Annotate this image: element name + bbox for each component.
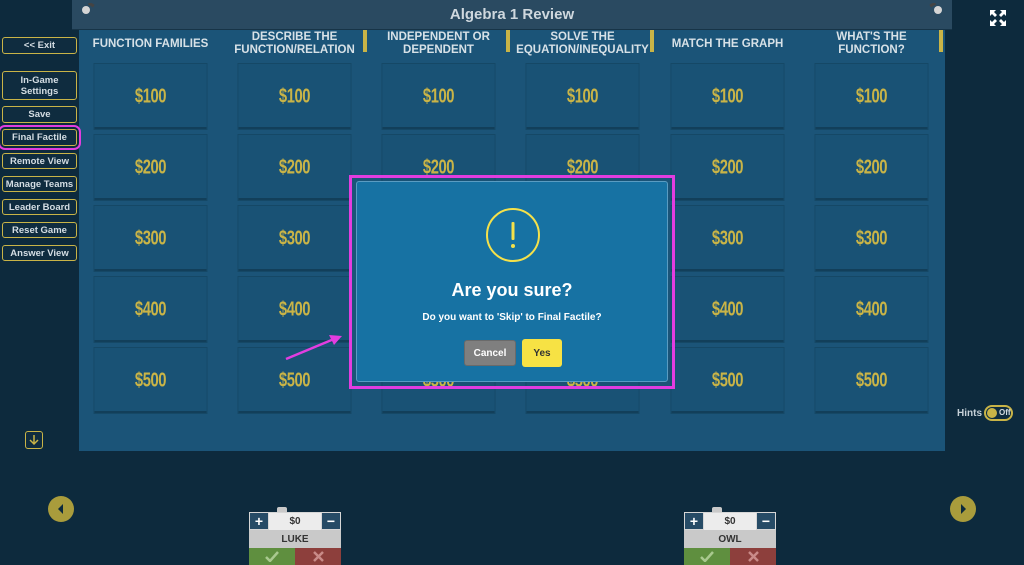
- leader-board-button[interactable]: Leader Board: [2, 199, 77, 215]
- minus-icon[interactable]: −: [321, 512, 341, 530]
- question-tile[interactable]: $400: [93, 276, 208, 343]
- toggle-knob: [987, 408, 997, 418]
- hints-state: Off: [999, 408, 1011, 417]
- question-tile[interactable]: $200: [814, 134, 929, 201]
- question-tile[interactable]: $100: [670, 63, 785, 130]
- cancel-button[interactable]: Cancel: [464, 340, 516, 366]
- manage-teams-button[interactable]: Manage Teams: [2, 176, 77, 192]
- previous-button[interactable]: [48, 496, 74, 522]
- chevron-left-icon: [58, 504, 63, 514]
- check-icon[interactable]: [249, 548, 295, 565]
- question-tile[interactable]: $500: [93, 347, 208, 414]
- category-header: MATCH THE GRAPH: [671, 37, 784, 50]
- question-tile[interactable]: $400: [670, 276, 785, 343]
- question-tile[interactable]: $300: [93, 205, 208, 272]
- question-tile[interactable]: $100: [93, 63, 208, 130]
- category-divider: [506, 30, 510, 52]
- team-score: $0: [704, 512, 756, 530]
- question-tile[interactable]: $300: [670, 205, 785, 272]
- question-tile[interactable]: $300: [237, 205, 352, 272]
- game-title: Algebra 1 Review: [449, 6, 575, 23]
- save-button[interactable]: Save: [2, 106, 77, 123]
- in-game-settings-button[interactable]: In-Game Settings: [2, 71, 77, 100]
- confirm-dialog: Are you sure? Do you want to 'Skip' to F…: [356, 181, 668, 382]
- x-icon[interactable]: [295, 548, 341, 565]
- question-tile[interactable]: $300: [814, 205, 929, 272]
- exit-button[interactable]: << Exit: [2, 37, 77, 54]
- plus-icon[interactable]: +: [684, 512, 704, 530]
- category-header: DESCRIBE THE FUNCTION/RELATION: [234, 31, 355, 56]
- check-icon[interactable]: [684, 548, 730, 565]
- question-tile[interactable]: $400: [237, 276, 352, 343]
- scroll-down-button[interactable]: [25, 431, 43, 449]
- hints-label: Hints: [957, 408, 982, 419]
- x-icon[interactable]: [730, 548, 776, 565]
- minus-icon[interactable]: −: [756, 512, 776, 530]
- hints-toggle[interactable]: Off: [984, 405, 1013, 421]
- next-button[interactable]: [950, 496, 976, 522]
- category-header: SOLVE THE EQUATION/INEQUALITY: [516, 31, 649, 56]
- question-tile[interactable]: $200: [670, 134, 785, 201]
- category-divider: [363, 30, 367, 52]
- category-header: FUNCTION FAMILIES: [92, 37, 209, 50]
- team-card: + $0 − LUKE: [249, 507, 341, 565]
- question-tile[interactable]: $100: [814, 63, 929, 130]
- question-tile[interactable]: $100: [237, 63, 352, 130]
- exclamation-icon: [486, 208, 540, 262]
- dialog-title: Are you sure?: [451, 280, 573, 300]
- chevron-right-icon: [961, 504, 966, 514]
- annotation-arrow-icon: [285, 335, 342, 361]
- pin-icon: [929, 3, 942, 14]
- answer-view-button[interactable]: Answer View: [2, 245, 77, 261]
- question-tile[interactable]: $200: [237, 134, 352, 201]
- question-tile[interactable]: $500: [670, 347, 785, 414]
- team-name: OWL: [684, 530, 776, 548]
- category-divider: [939, 30, 943, 52]
- question-tile[interactable]: $100: [525, 63, 640, 130]
- dialog-message: Do you want to 'Skip' to Final Factile?: [422, 312, 602, 323]
- question-tile[interactable]: $500: [814, 347, 929, 414]
- expand-icon[interactable]: [989, 9, 1007, 27]
- category-divider: [650, 30, 654, 52]
- category-header: WHAT'S THE FUNCTION?: [836, 31, 907, 56]
- category-header: INDEPENDENT OR DEPENDENT: [387, 31, 490, 56]
- reset-game-button[interactable]: Reset Game: [2, 222, 77, 238]
- yes-button[interactable]: Yes: [522, 339, 562, 367]
- remote-view-button[interactable]: Remote View: [2, 153, 77, 169]
- question-tile[interactable]: $100: [381, 63, 496, 130]
- plus-icon[interactable]: +: [249, 512, 269, 530]
- arrow-down-icon: [29, 435, 39, 446]
- game-header: Algebra 1 Review: [72, 0, 952, 30]
- question-tile[interactable]: $200: [93, 134, 208, 201]
- question-tile[interactable]: $400: [814, 276, 929, 343]
- team-score: $0: [269, 512, 321, 530]
- team-card: + $0 − OWL: [684, 507, 776, 565]
- final-factile-button[interactable]: Final Factile: [0, 125, 81, 150]
- team-name: LUKE: [249, 530, 341, 548]
